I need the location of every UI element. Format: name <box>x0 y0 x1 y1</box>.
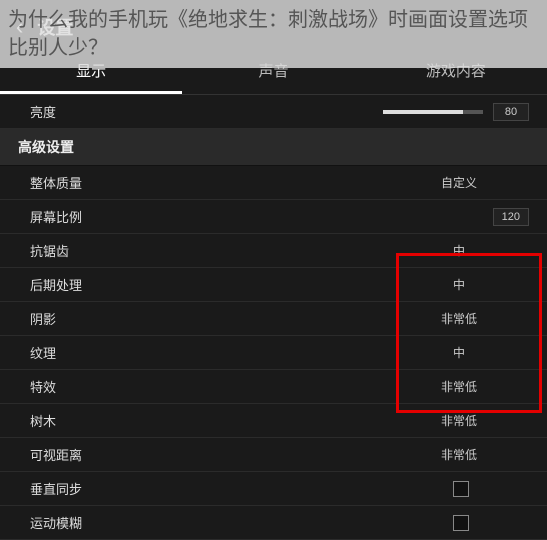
post-processing-value: 中 <box>389 276 529 293</box>
effects-value: 非常低 <box>389 378 529 395</box>
shadows-label: 阴影 <box>30 309 56 328</box>
row-overall-quality[interactable]: 整体质量 自定义 <box>0 166 547 200</box>
tab-game-content[interactable]: 游戏内容 <box>365 50 547 94</box>
motion-blur-label: 运动模糊 <box>30 513 82 532</box>
post-processing-label: 后期处理 <box>30 275 82 294</box>
texture-value: 中 <box>389 344 529 361</box>
effects-label: 特效 <box>30 377 56 396</box>
vsync-checkbox[interactable] <box>453 481 469 497</box>
overall-quality-label: 整体质量 <box>30 173 82 192</box>
row-effects[interactable]: 特效 非常低 <box>0 370 547 404</box>
row-post-processing[interactable]: 后期处理 中 <box>0 268 547 302</box>
motion-blur-checkbox[interactable] <box>453 515 469 531</box>
row-screen-ratio: 屏幕比例 120 <box>0 200 547 234</box>
back-icon[interactable]: ‹ <box>16 14 23 40</box>
advanced-settings-header: 高级设置 <box>0 129 547 166</box>
settings-list: 亮度 80 高级设置 整体质量 自定义 屏幕比例 120 抗锯齿 中 后期处理 <box>0 95 547 540</box>
settings-panel: ‹ 设置 显示 声音 游戏内容 亮度 80 高级设置 整体质量 自定义 屏幕比例… <box>0 0 547 500</box>
page-title: 设置 <box>37 14 73 40</box>
screen-ratio-label: 屏幕比例 <box>30 207 82 226</box>
view-distance-value: 非常低 <box>389 446 529 463</box>
shadows-value: 非常低 <box>389 310 529 327</box>
row-texture[interactable]: 纹理 中 <box>0 336 547 370</box>
row-anti-aliasing[interactable]: 抗锯齿 中 <box>0 234 547 268</box>
anti-aliasing-value: 中 <box>389 242 529 259</box>
row-brightness: 亮度 80 <box>0 95 547 129</box>
tab-sound[interactable]: 声音 <box>182 50 364 94</box>
overall-quality-value: 自定义 <box>389 174 529 191</box>
brightness-value: 80 <box>493 103 529 121</box>
top-bar: ‹ 设置 <box>0 10 547 50</box>
brightness-label: 亮度 <box>30 102 56 121</box>
screen-ratio-value: 120 <box>493 208 529 226</box>
row-trees[interactable]: 树木 非常低 <box>0 404 547 438</box>
view-distance-label: 可视距离 <box>30 445 82 464</box>
anti-aliasing-label: 抗锯齿 <box>30 241 69 260</box>
brightness-slider-fill <box>383 110 463 114</box>
texture-label: 纹理 <box>30 343 56 362</box>
row-vsync[interactable]: 垂直同步 <box>0 472 547 506</box>
tab-display[interactable]: 显示 <box>0 50 182 94</box>
trees-value: 非常低 <box>389 412 529 429</box>
tabs: 显示 声音 游戏内容 <box>0 50 547 95</box>
row-motion-blur[interactable]: 运动模糊 <box>0 506 547 540</box>
row-shadows[interactable]: 阴影 非常低 <box>0 302 547 336</box>
vsync-label: 垂直同步 <box>30 479 82 498</box>
brightness-slider[interactable] <box>383 110 483 114</box>
trees-label: 树木 <box>30 411 56 430</box>
row-view-distance[interactable]: 可视距离 非常低 <box>0 438 547 472</box>
